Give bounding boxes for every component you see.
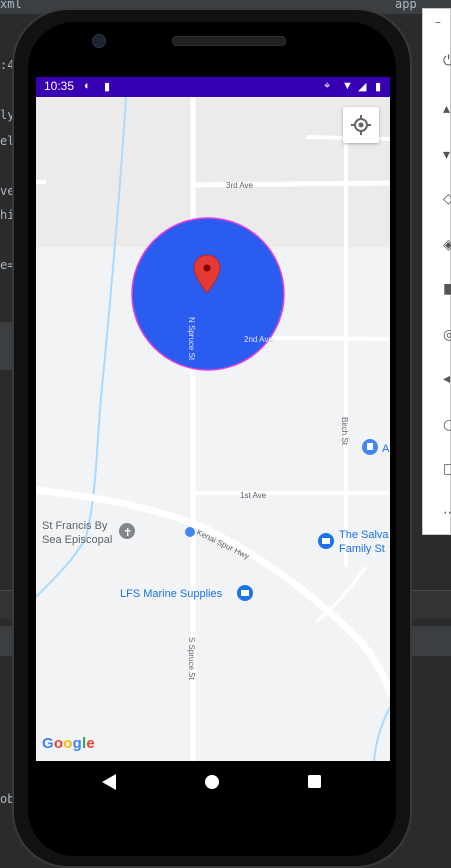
nav-home-icon[interactable] xyxy=(205,775,219,789)
place-lfs[interactable]: LFS Marine Supplies xyxy=(120,588,223,600)
transit-dot-icon xyxy=(185,527,195,537)
device-screen: 10:35 ◐ ▮ ⌖ ▼ ◢ ▮ 3rd Ave 2nd Ave 1st Av… xyxy=(36,77,390,761)
sd-card-icon: ▮ xyxy=(104,81,111,93)
geofence-circle[interactable] xyxy=(131,217,285,371)
location-icon: ⌖ xyxy=(324,80,331,92)
place-salvation-line1[interactable]: The Salva xyxy=(339,529,389,541)
signal-icon: ◢ xyxy=(358,81,367,93)
rotate-left-icon[interactable]: ◇ xyxy=(443,191,451,207)
earpiece-speaker xyxy=(172,36,286,46)
label-birch: Birch St xyxy=(340,417,349,446)
front-camera xyxy=(92,34,106,48)
status-bar: 10:35 ◐ ▮ ⌖ ▼ ◢ ▮ xyxy=(36,77,390,97)
google-logo-o2: o xyxy=(63,735,73,752)
more-icon[interactable]: ⋯ xyxy=(443,505,451,521)
place-st-francis-line1[interactable]: St Francis By xyxy=(42,520,108,532)
back-icon[interactable]: ◂ xyxy=(443,371,451,387)
app-notification-icon: ◐ xyxy=(84,80,91,92)
place-st-francis-line2[interactable]: Sea Episcopal xyxy=(42,534,112,546)
power-icon[interactable]: ⏻ xyxy=(443,53,451,69)
status-time: 10:35 xyxy=(44,79,75,93)
ide-file-tab[interactable]: xml xyxy=(0,0,22,11)
church-icon[interactable]: ✝ xyxy=(119,523,135,539)
emulator-toolbar: – ⏻ ▴ ▾ ◇ ◈ ■ ◎ ◂ ○ □ ⋯ xyxy=(422,8,451,535)
google-logo-g2: g xyxy=(72,735,82,752)
svg-text:✝: ✝ xyxy=(123,526,132,539)
minimize-icon[interactable]: – xyxy=(435,15,441,29)
volume-down-icon[interactable]: ▾ xyxy=(443,147,451,163)
place-a[interactable]: A xyxy=(382,443,390,455)
battery-icon: ▮ xyxy=(375,81,382,93)
zoom-icon[interactable]: ◎ xyxy=(443,327,451,343)
label-s-spruce: S Spruce St xyxy=(187,637,196,680)
label-second-ave-overlay: 2nd Ave xyxy=(244,335,273,344)
map-view[interactable]: 3rd Ave 2nd Ave 1st Ave N Spruce St S Sp… xyxy=(36,97,390,761)
my-location-button[interactable] xyxy=(343,107,379,143)
volume-up-icon[interactable]: ▴ xyxy=(443,101,451,117)
google-logo-e: e xyxy=(86,735,95,752)
label-n-spruce-overlay: N Spruce St xyxy=(187,317,196,361)
label-third-ave: 3rd Ave xyxy=(226,181,254,190)
google-logo-g: G xyxy=(42,735,54,752)
label-first-ave: 1st Ave xyxy=(240,491,267,500)
creek-east xyxy=(373,706,390,761)
building-pin-icon[interactable] xyxy=(362,439,378,455)
wifi-icon: ▼ xyxy=(342,80,353,92)
place-salvation-line2[interactable]: Family St xyxy=(339,543,385,555)
overview-icon[interactable]: □ xyxy=(443,461,451,477)
rotate-right-icon[interactable]: ◈ xyxy=(443,237,451,253)
third-ave xyxy=(192,180,390,188)
side-road xyxy=(315,566,368,624)
screenshot-icon[interactable]: ■ xyxy=(443,281,451,297)
ide-right-tab[interactable]: app xyxy=(395,0,417,11)
system-nav-bar xyxy=(36,761,390,809)
nav-recents-icon[interactable] xyxy=(308,775,321,788)
google-logo-o1: o xyxy=(53,735,64,752)
my-location-icon xyxy=(351,115,371,135)
nav-back-icon[interactable] xyxy=(102,774,116,790)
google-logo: Google xyxy=(42,735,95,752)
home-icon[interactable]: ○ xyxy=(443,417,451,433)
salvation-pin-icon[interactable] xyxy=(318,533,334,549)
shopping-pin-icon[interactable] xyxy=(237,585,253,601)
